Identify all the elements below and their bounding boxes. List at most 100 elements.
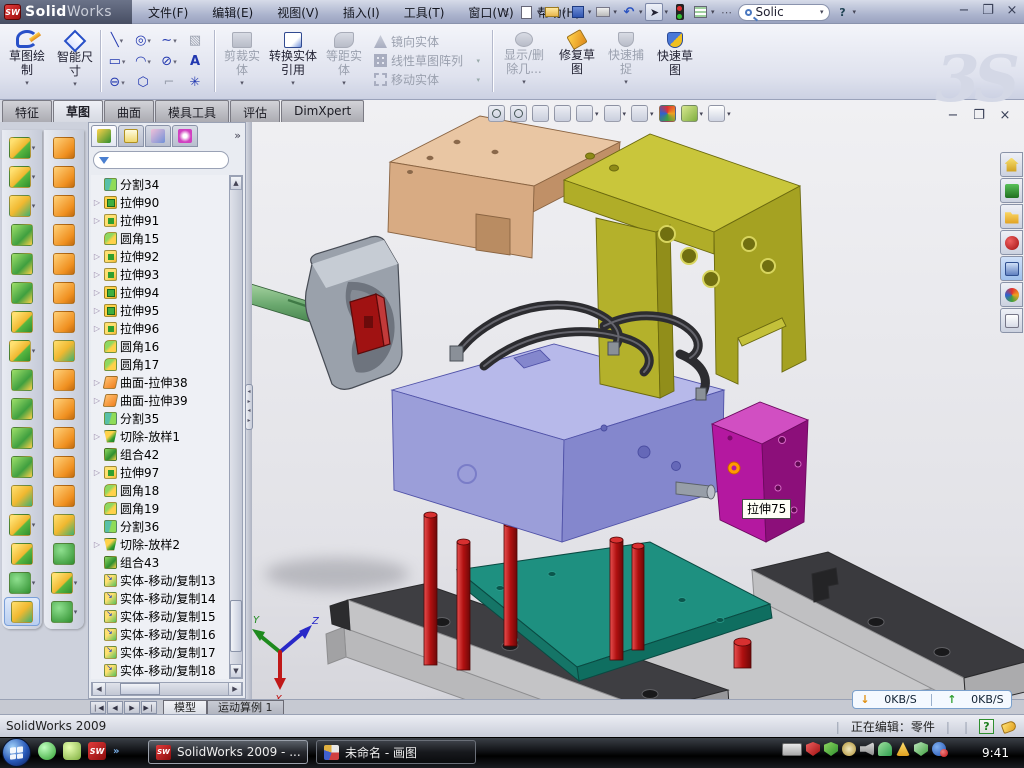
surface-loft-icon[interactable] (53, 224, 75, 246)
antivirus-tray-icon[interactable] (806, 742, 820, 756)
surface-revolve-icon[interactable] (53, 166, 75, 188)
dimxpert-manager-tab[interactable] (172, 125, 198, 147)
tree-item[interactable]: ▷拉伸91 (91, 211, 229, 229)
insert-reference-icon[interactable] (9, 514, 31, 536)
thicken-icon[interactable] (53, 543, 75, 565)
display-delete-relations-button[interactable]: 显示/删除几...▾ (498, 28, 550, 94)
panel-splitter-grip[interactable]: ◂▸◂▸ (245, 384, 253, 430)
doc-restore-button[interactable]: ❐ (971, 108, 987, 123)
tree-item[interactable]: 实体-移动/复制18 (91, 661, 229, 679)
cavity-block[interactable] (392, 344, 724, 542)
point-tool-icon[interactable]: ✳ (182, 72, 208, 93)
tree-vscroll-thumb[interactable] (230, 600, 242, 652)
app-close-button[interactable]: × (1004, 3, 1020, 18)
text-tool-icon[interactable]: A (182, 51, 208, 72)
shell-icon[interactable] (11, 427, 33, 449)
file-explorer-tab[interactable] (1000, 230, 1023, 255)
graphics-viewport[interactable]: Z Y X (252, 100, 1024, 699)
side-block[interactable] (712, 402, 808, 542)
tab-评估[interactable]: 评估 (230, 100, 280, 122)
input-method-icon[interactable] (782, 743, 802, 756)
open-document-icon[interactable] (543, 3, 561, 21)
convert-entities-button[interactable]: 转换实体引用▾ (268, 28, 318, 94)
tree-item[interactable]: 实体-移动/复制14 (91, 589, 229, 607)
home-tab[interactable] (1000, 152, 1023, 177)
tree-item[interactable]: ▷拉伸90 (91, 193, 229, 211)
network-speed-widget[interactable]: ↓ 0KB/S ↑ 0KB/S (852, 690, 1012, 709)
tree-item[interactable]: 圆角19 (91, 499, 229, 517)
surface-knit-icon[interactable] (53, 369, 75, 391)
expand-arrow-icon[interactable]: ▷ (93, 324, 101, 333)
zoom-fit-icon[interactable] (488, 105, 505, 122)
hide-show-items-icon[interactable] (631, 105, 648, 122)
tree-item[interactable]: ▷切除-放样2 (91, 535, 229, 553)
smart-dimension-button[interactable]: 智能尺寸▾ (52, 28, 98, 94)
tree-item[interactable]: 实体-移动/复制15 (91, 607, 229, 625)
solidworks-launcher-icon[interactable]: SW (88, 742, 106, 760)
tree-horizontal-scrollbar[interactable]: ◀ ▶ (91, 682, 243, 696)
tree-item[interactable]: ▷拉伸95 (91, 301, 229, 319)
extend-surface-icon[interactable] (53, 485, 75, 507)
surface-trim-icon[interactable] (53, 195, 75, 217)
certificate-tray-icon[interactable] (842, 742, 856, 756)
offset-entities-button[interactable]: 等距实体▾ (322, 28, 366, 94)
extruded-boss-icon[interactable] (9, 137, 31, 159)
tree-item[interactable]: 圆角16 (91, 337, 229, 355)
rectangle-tool-icon[interactable]: ▭▾ (104, 51, 130, 72)
trim-entities-button[interactable]: 剪裁实体▾ (220, 28, 264, 94)
warning-tray-icon[interactable] (896, 742, 910, 756)
app-minimize-button[interactable]: − (956, 3, 972, 18)
tab-特征[interactable]: 特征 (2, 100, 52, 122)
expand-arrow-icon[interactable]: ▷ (93, 252, 101, 261)
new-document-icon[interactable] (518, 3, 536, 21)
tree-item[interactable]: 组合43 (91, 553, 229, 571)
surface-curve-icon[interactable] (53, 398, 75, 420)
expand-arrow-icon[interactable]: ▷ (93, 306, 101, 315)
next-tab-button[interactable]: ▶ (124, 701, 140, 714)
view-settings-icon[interactable] (708, 105, 725, 122)
expand-arrow-icon[interactable]: ▷ (93, 270, 101, 279)
selection-box-icon[interactable]: ▧ (182, 30, 208, 51)
tree-item[interactable]: 分割34 (91, 175, 229, 193)
last-tab-button[interactable]: ▶❘ (141, 701, 157, 714)
move-copy-body-icon[interactable] (11, 485, 33, 507)
menu-item[interactable]: 视图(V) (265, 0, 331, 25)
surface-fill-icon[interactable] (53, 340, 75, 362)
custom-properties-tab[interactable] (1000, 308, 1023, 333)
chamfer-icon[interactable] (11, 543, 33, 565)
replace-face-icon[interactable] (53, 456, 75, 478)
menu-item[interactable]: 编辑(E) (200, 0, 265, 25)
polygon-tool-icon[interactable]: ⬡ (130, 72, 156, 93)
tab-模具工具[interactable]: 模具工具 (155, 100, 229, 122)
tree-item[interactable]: 实体-移动/复制16 (91, 625, 229, 643)
tree-item[interactable]: ▷拉伸97 (91, 463, 229, 481)
messenger-icon[interactable] (38, 742, 56, 760)
draft-icon[interactable] (11, 398, 33, 420)
app-restore-button[interactable]: ❐ (980, 3, 996, 18)
taskbar-button[interactable]: SWSolidWorks 2009 - ... (148, 740, 308, 764)
appearances-tab[interactable] (1000, 282, 1023, 307)
tab-曲面[interactable]: 曲面 (104, 100, 154, 122)
network-tray-icon[interactable] (878, 742, 892, 756)
media-app-icon[interactable] (63, 742, 81, 760)
doc-close-button[interactable]: × (997, 108, 1013, 123)
tree-hscroll-thumb[interactable] (120, 683, 160, 695)
swept-boss-icon[interactable] (11, 224, 33, 246)
tree-item[interactable]: 实体-移动/复制17 (91, 643, 229, 661)
mirror-feature-icon[interactable] (11, 456, 33, 478)
tree-item[interactable]: ▷曲面-拉伸38 (91, 373, 229, 391)
quick-launch-overflow-icon[interactable]: » (113, 746, 119, 757)
expand-arrow-icon[interactable]: ▷ (93, 468, 101, 477)
fillet-icon[interactable] (9, 195, 31, 217)
print-icon[interactable] (594, 3, 612, 21)
surface-sweep-icon[interactable] (53, 137, 75, 159)
property-manager-tab[interactable] (118, 125, 144, 147)
menu-item[interactable]: 插入(I) (331, 0, 392, 25)
security-shield-tray-icon[interactable] (824, 742, 838, 756)
arc-tool-icon[interactable]: ◠▾ (130, 51, 156, 72)
hole-wizard-icon[interactable] (11, 311, 33, 333)
tree-vertical-scrollbar[interactable]: ▲ ▼ (229, 175, 243, 679)
rotate-view-icon[interactable] (532, 105, 549, 122)
tab-DimXpert[interactable]: DimXpert (281, 100, 364, 122)
resources-tab[interactable] (1000, 178, 1023, 203)
